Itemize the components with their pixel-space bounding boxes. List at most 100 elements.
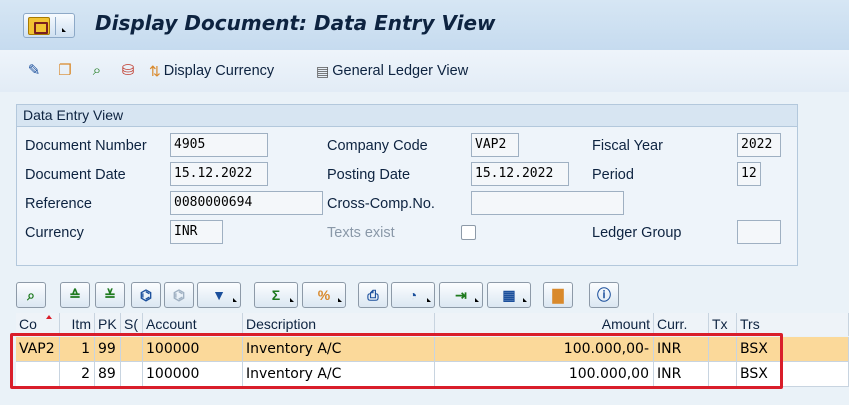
change-pencil-icon[interactable]: ✎	[23, 60, 45, 80]
texts-exist-label: Texts exist	[327, 225, 395, 241]
currency-label: Currency	[25, 225, 84, 241]
details-button[interactable]: ⌕	[16, 282, 46, 308]
cell-description: Inventory A/C	[243, 362, 435, 387]
cross-comp-no-label: Cross-Comp.No.	[327, 196, 435, 212]
chevron-down-icon	[523, 298, 527, 302]
views-button[interactable]: ◔	[391, 282, 435, 308]
column-header-s[interactable]: S(	[121, 313, 143, 336]
information-button[interactable]: ⓘ	[589, 282, 619, 308]
column-header-amount[interactable]: Amount	[435, 313, 654, 336]
cell-amount: 100.000,00	[435, 362, 654, 387]
column-header-curr[interactable]: Curr.	[654, 313, 709, 336]
cell-trs: BSX	[737, 362, 849, 387]
table-row[interactable]: 2 89 100000 Inventory A/C 100.000,00 INR…	[16, 362, 849, 387]
ledger-group-label: Ledger Group	[592, 225, 682, 241]
chevron-down-icon	[338, 298, 342, 302]
chevron-down-icon	[475, 298, 479, 302]
company-code-field[interactable]: VAP2	[471, 133, 519, 157]
find-next-button[interactable]: ⌬	[164, 282, 194, 308]
texts-exist-checkbox[interactable]	[461, 225, 476, 240]
subtotal-icon: %	[317, 287, 331, 303]
cell-co: VAP2	[16, 337, 60, 362]
cell-curr: INR	[654, 337, 709, 362]
total-button[interactable]: Σ	[254, 282, 298, 308]
fiscal-year-label: Fiscal Year	[592, 138, 663, 154]
binoculars-icon: ⌬	[139, 286, 153, 303]
column-header-itm[interactable]: Itm	[60, 313, 95, 336]
title-bar: Display Document: Data Entry View	[0, 0, 849, 50]
column-header-account[interactable]: Account	[143, 313, 243, 336]
groupbox-title: Data Entry View	[17, 105, 797, 127]
menu-separator	[55, 17, 56, 35]
document-date-label: Document Date	[25, 167, 126, 183]
export-button[interactable]: ⇥	[439, 282, 483, 308]
sort-descending-icon: ≚	[104, 286, 116, 303]
column-header-pk[interactable]: PK	[95, 313, 121, 336]
cell-account: 100000	[143, 362, 243, 387]
column-header-trs[interactable]: Trs	[737, 313, 849, 336]
fiscal-year-field[interactable]: 2022	[737, 133, 781, 157]
posting-date-field[interactable]: 15.12.2022	[471, 162, 569, 186]
cell-account: 100000	[143, 337, 243, 362]
cell-co	[16, 362, 60, 387]
line-items-grid: Co Itm PK S( Account Description Amount …	[16, 313, 849, 405]
chevron-down-icon	[427, 298, 431, 302]
menu-button[interactable]	[23, 13, 75, 38]
period-field[interactable]: 12	[737, 162, 761, 186]
filter-icon: ▼	[212, 287, 226, 303]
bar-chart-icon: ▇	[552, 286, 564, 303]
cell-s	[121, 362, 143, 387]
info-icon: ⓘ	[597, 287, 611, 303]
document-overview-icon[interactable]: ⌕	[86, 60, 108, 80]
cell-curr: INR	[654, 362, 709, 387]
views-icon: ◔	[408, 287, 418, 303]
document-date-field[interactable]: 15.12.2022	[170, 162, 268, 186]
chevron-down-icon	[290, 298, 294, 302]
column-header-tx[interactable]: Tx	[709, 313, 737, 336]
graphic-button[interactable]: ▇	[543, 282, 573, 308]
cell-description: Inventory A/C	[243, 337, 435, 362]
document-number-field[interactable]: 4905	[170, 133, 268, 157]
general-ledger-view-button[interactable]: ▤ General Ledger View	[316, 60, 468, 82]
sort-indicator-icon	[46, 315, 52, 319]
currency-arrows-icon: ⇅	[149, 62, 161, 79]
reference-label: Reference	[25, 196, 92, 212]
document-number-label: Document Number	[25, 138, 147, 154]
display-currency-button[interactable]: ⇅ Display Currency	[149, 60, 274, 82]
binoculars-next-icon: ⌬	[172, 286, 186, 303]
sum-icon: Σ	[271, 287, 281, 303]
cell-pk: 99	[95, 337, 121, 362]
layout-grid-icon: ▦	[502, 286, 516, 303]
sort-descending-button[interactable]: ≚	[95, 282, 125, 308]
cell-amount: 100.000,00-	[435, 337, 654, 362]
export-icon: ⇥	[455, 286, 467, 303]
currency-field[interactable]: INR	[170, 220, 223, 244]
chevron-down-icon	[62, 28, 66, 32]
data-entry-view-groupbox: Data Entry View Document Number 4905 Com…	[16, 104, 798, 266]
period-label: Period	[592, 167, 634, 183]
print-button[interactable]: ⎙	[358, 282, 388, 308]
table-row[interactable]: VAP2 1 99 100000 Inventory A/C 100.000,0…	[16, 337, 849, 362]
ledger-view-icon: ▤	[316, 62, 330, 79]
ledger-group-field[interactable]	[737, 220, 781, 244]
sort-ascending-button[interactable]: ≙	[60, 282, 90, 308]
printer-icon: ⎙	[367, 286, 379, 303]
menu-icon	[28, 17, 50, 35]
hat-icon[interactable]: ⛁	[117, 60, 139, 80]
display-currency-label: Display Currency	[163, 63, 275, 79]
alv-toolbar: ⌕ ≙ ≚ ⌬ ⌬ ▼ Σ % ⎙ ◔ ⇥ ▦ ▇ ⓘ	[0, 282, 849, 312]
column-header-description[interactable]: Description	[243, 313, 435, 336]
find-button[interactable]: ⌬	[131, 282, 161, 308]
other-document-icon[interactable]: ❐	[54, 60, 76, 80]
column-header-co[interactable]: Co	[16, 313, 60, 336]
reference-field[interactable]: 0080000694	[170, 191, 323, 215]
cell-itm: 1	[60, 337, 95, 362]
subtotal-button[interactable]: %	[302, 282, 346, 308]
cross-comp-no-field[interactable]	[471, 191, 624, 215]
cell-itm: 2	[60, 362, 95, 387]
magnifier-icon: ⌕	[27, 286, 35, 303]
sort-ascending-icon: ≙	[69, 286, 81, 303]
cell-s	[121, 337, 143, 362]
filter-button[interactable]: ▼	[197, 282, 241, 308]
layout-button[interactable]: ▦	[487, 282, 531, 308]
